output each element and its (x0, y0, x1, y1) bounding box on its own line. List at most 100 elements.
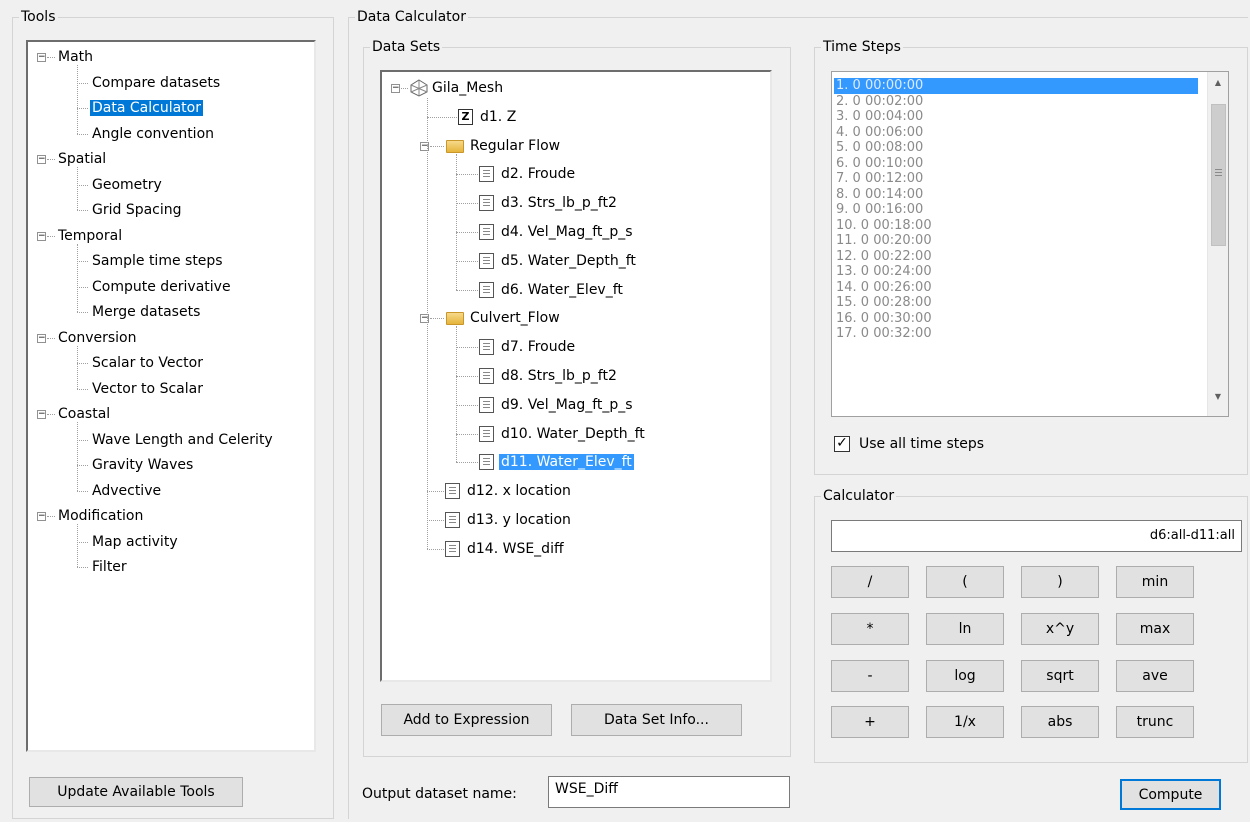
calc-button[interactable]: sqrt (1021, 660, 1099, 692)
dataset-node[interactable]: d8. Strs_lb_p_ft2 (499, 366, 619, 386)
time-step-item[interactable]: 16. 0 00:30:00 (834, 311, 1198, 327)
collapse-icon[interactable]: − (37, 231, 46, 241)
tree-connector (456, 153, 457, 290)
tools-item[interactable]: Compare datasets (90, 73, 222, 93)
tools-item[interactable]: Vector to Scalar (90, 379, 205, 399)
tools-tree[interactable]: Math − Compare datasets Data Calculator Angl… (26, 40, 316, 752)
dataset-node[interactable]: d10. Water_Depth_ft (499, 424, 647, 444)
data-sets-tree[interactable]: − Gila_Mesh d1. Z Z − Regular Flow d2. Froude d… (380, 70, 772, 682)
tools-item[interactable]: Gravity Waves (90, 455, 195, 475)
calc-button[interactable]: log (926, 660, 1004, 692)
dataset-node[interactable]: d9. Vel_Mag_ft_p_s (499, 395, 635, 415)
calc-button[interactable]: + (831, 706, 909, 738)
scroll-up-arrow-icon[interactable]: ▲ (1208, 78, 1228, 92)
collapse-icon[interactable]: − (37, 512, 46, 521)
calc-button[interactable]: min (1116, 566, 1194, 598)
time-step-item[interactable]: 7. 0 00:12:00 (834, 171, 1198, 187)
time-step-item[interactable]: 2. 0 00:02:00 (834, 94, 1198, 110)
tools-item[interactable]: Merge datasets (90, 302, 202, 322)
calc-button[interactable]: - (831, 660, 909, 692)
tree-connector (77, 490, 88, 492)
use-all-time-steps-label[interactable]: Use all time steps (859, 436, 984, 452)
calc-button[interactable]: 1/x (926, 706, 1004, 738)
time-step-item[interactable]: 11. 0 00:20:00 (834, 233, 1198, 249)
tools-category[interactable]: Temporal (56, 226, 124, 246)
dataset-node[interactable]: d11. Water_Elev_ft (499, 452, 634, 472)
dataset-icon (445, 540, 460, 557)
time-step-item[interactable]: 15. 0 00:28:00 (834, 295, 1198, 311)
time-step-item[interactable]: 5. 0 00:08:00 (834, 140, 1198, 156)
time-steps-list[interactable]: 1. 0 00:00:00 2. 0 00:02:00 3. 0 00:04:00 4… (831, 71, 1229, 417)
tools-item[interactable]: Map activity (90, 532, 180, 552)
dataset-node[interactable]: d1. Z (478, 107, 518, 127)
expression-field[interactable]: d6:all-d11:all (831, 520, 1242, 552)
time-step-item[interactable]: 3. 0 00:04:00 (834, 109, 1198, 125)
time-step-item[interactable]: 9. 0 00:16:00 (834, 202, 1198, 218)
time-step-item[interactable]: 12. 0 00:22:00 (834, 249, 1198, 265)
tree-connector (77, 439, 88, 441)
collapse-icon[interactable]: − (37, 53, 46, 62)
tools-item[interactable]: Geometry (90, 175, 164, 195)
output-dataset-field[interactable]: WSE_Diff (548, 776, 790, 808)
time-steps-scrollbar[interactable]: ▲ ▼ (1207, 72, 1228, 416)
dataset-node[interactable]: d2. Froude (499, 164, 577, 184)
tools-category[interactable]: Math (56, 47, 95, 67)
time-step-item[interactable]: 10. 0 00:18:00 (834, 218, 1198, 234)
folder-node[interactable]: Culvert_Flow (468, 308, 562, 328)
dataset-node[interactable]: d3. Strs_lb_p_ft2 (499, 193, 619, 213)
compute-button[interactable]: Compute (1120, 779, 1221, 810)
tools-item[interactable]: Scalar to Vector (90, 353, 205, 373)
mesh-node[interactable]: Gila_Mesh (430, 78, 505, 98)
scroll-thumb[interactable] (1211, 104, 1226, 246)
calc-button[interactable]: abs (1021, 706, 1099, 738)
dataset-node[interactable]: d13. y location (465, 510, 573, 530)
tools-category-label: Temporal (58, 227, 123, 244)
tools-category[interactable]: Spatial (56, 149, 108, 169)
time-step-item[interactable]: 13. 0 00:24:00 (834, 264, 1198, 280)
calc-button[interactable]: ave (1116, 660, 1194, 692)
calc-button[interactable]: * (831, 613, 909, 645)
tools-item[interactable]: Angle convention (90, 124, 216, 144)
calc-button[interactable]: x^y (1021, 613, 1099, 645)
tools-item-label: Gravity Waves (92, 457, 194, 473)
update-available-tools-button[interactable]: Update Available Tools (29, 777, 243, 807)
dataset-node[interactable]: d5. Water_Depth_ft (499, 251, 638, 271)
calc-button[interactable]: max (1116, 613, 1194, 645)
tools-item[interactable]: Filter (90, 557, 129, 577)
dataset-node[interactable]: d6. Water_Elev_ft (499, 280, 625, 300)
calc-button[interactable]: ( (926, 566, 1004, 598)
use-all-time-steps-checkbox[interactable]: ✓ (834, 436, 850, 452)
dataset-node[interactable]: d14. WSE_diff (465, 539, 566, 559)
time-step-item[interactable]: 8. 0 00:14:00 (834, 187, 1198, 203)
tools-item[interactable]: Compute derivative (90, 277, 233, 297)
tools-category[interactable]: Conversion (56, 328, 139, 348)
tools-item[interactable]: Sample time steps (90, 251, 225, 271)
tools-category[interactable]: Coastal (56, 404, 112, 424)
time-step-item[interactable]: 6. 0 00:10:00 (834, 156, 1198, 172)
tools-item[interactable]: Grid Spacing (90, 200, 184, 220)
tools-category[interactable]: Modification (56, 506, 145, 526)
time-step-item[interactable]: 17. 0 00:32:00 (834, 326, 1198, 342)
calc-button[interactable]: ) (1021, 566, 1099, 598)
collapse-icon[interactable]: − (37, 155, 46, 164)
time-step-item[interactable]: 14. 0 00:26:00 (834, 280, 1198, 296)
folder-node[interactable]: Regular Flow (468, 136, 562, 156)
collapse-icon[interactable]: − (37, 410, 46, 419)
collapse-icon[interactable]: − (391, 84, 400, 93)
dataset-icon (479, 252, 494, 269)
scroll-down-arrow-icon[interactable]: ▼ (1208, 392, 1228, 406)
time-step-item[interactable]: 4. 0 00:06:00 (834, 125, 1198, 141)
tools-item[interactable]: Wave Length and Celerity (90, 430, 275, 450)
calc-button[interactable]: trunc (1116, 706, 1194, 738)
time-step-item[interactable]: 1. 0 00:00:00 (834, 78, 1198, 94)
data-set-info-button[interactable]: Data Set Info... (571, 704, 742, 736)
dataset-node[interactable]: d12. x location (465, 481, 573, 501)
calc-button[interactable]: ln (926, 613, 1004, 645)
add-to-expression-button[interactable]: Add to Expression (381, 704, 552, 736)
dataset-node[interactable]: d4. Vel_Mag_ft_p_s (499, 222, 635, 242)
collapse-icon[interactable]: − (37, 333, 46, 343)
dataset-node[interactable]: d7. Froude (499, 337, 577, 357)
tools-item[interactable]: Data Calculator (90, 98, 203, 118)
calc-button[interactable]: / (831, 566, 909, 598)
tools-item[interactable]: Advective (90, 481, 163, 501)
